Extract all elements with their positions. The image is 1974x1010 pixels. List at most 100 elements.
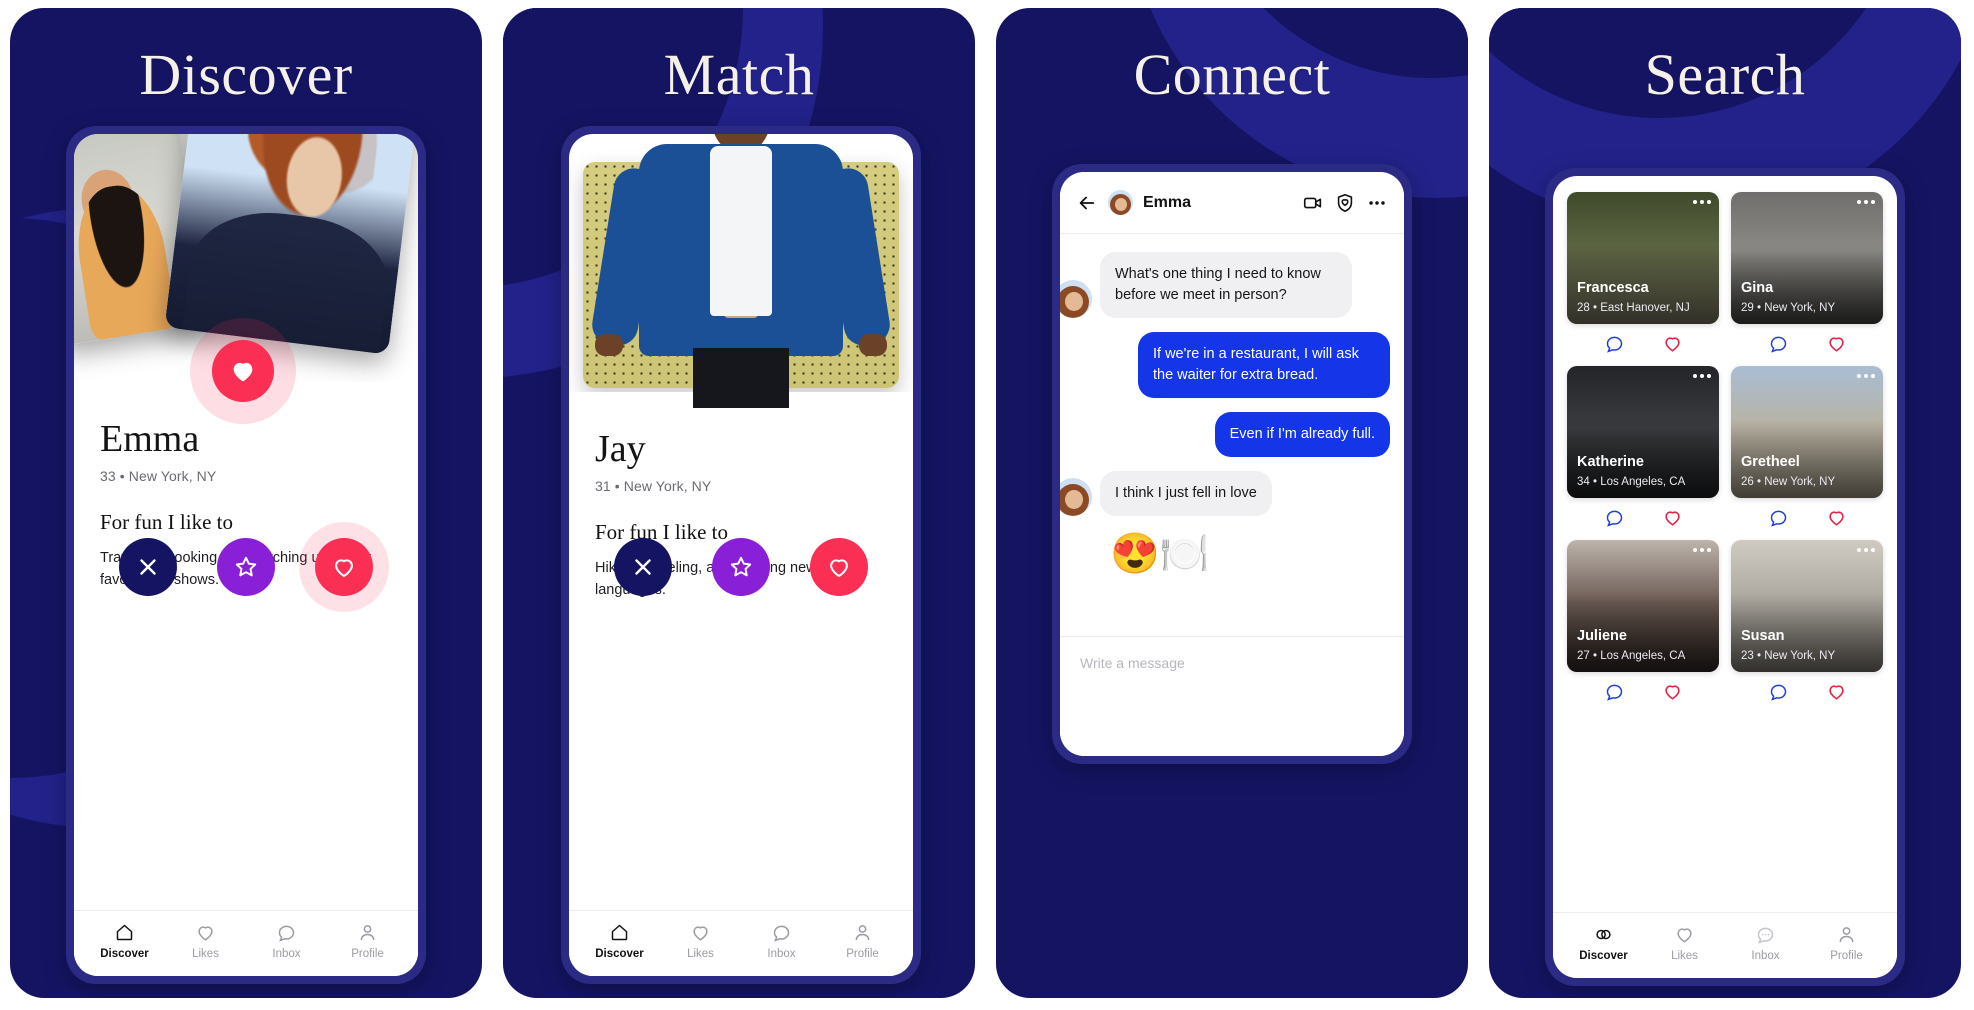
- bottom-tab-bar: Discover Likes Inbox Profile: [74, 910, 418, 976]
- panel-title-search: Search: [1644, 42, 1806, 107]
- tab-inbox[interactable]: Inbox: [741, 922, 822, 960]
- panel-discover: Discover Emma 33 • New York, NY For fun …: [10, 8, 482, 998]
- nope-button[interactable]: [119, 538, 177, 596]
- chat-contact-name: Emma: [1143, 193, 1192, 211]
- message-icon[interactable]: [1604, 333, 1625, 354]
- message-icon[interactable]: [1768, 507, 1789, 528]
- swipe-actions: [569, 538, 913, 596]
- chat-message-outgoing: If we're in a restaurant, I will ask the…: [1060, 332, 1404, 399]
- message-icon[interactable]: [1604, 507, 1625, 528]
- more-options-icon[interactable]: [1693, 548, 1711, 552]
- panel-title-discover: Discover: [139, 42, 353, 107]
- shield-icon[interactable]: [1334, 192, 1356, 214]
- message-bubble: If we're in a restaurant, I will ask the…: [1138, 332, 1390, 399]
- panel-title-match: Match: [663, 42, 815, 107]
- message-input[interactable]: Write a message: [1060, 636, 1404, 756]
- message-bubble: I think I just fell in love: [1100, 471, 1272, 517]
- tab-likes[interactable]: Likes: [660, 922, 741, 960]
- message-bubble: What's one thing I need to know before w…: [1100, 252, 1352, 319]
- like-heart-icon[interactable]: [1826, 681, 1847, 702]
- tab-likes[interactable]: Likes: [165, 922, 246, 960]
- chat-header: Emma: [1060, 172, 1404, 234]
- card-actions: [1731, 672, 1883, 712]
- profile-name: Emma: [100, 418, 200, 460]
- grid-row: Katherine 34 • Los Angeles, CA Gretheel …: [1567, 366, 1883, 538]
- profile-card[interactable]: Susan 23 • New York, NY: [1731, 540, 1883, 672]
- tab-label: Profile: [1830, 949, 1863, 962]
- bottom-tab-bar: Discover Likes Inbox Profile: [1553, 912, 1897, 978]
- tab-label: Discover: [595, 947, 644, 960]
- message-bubble: Even if I'm already full.: [1214, 412, 1390, 458]
- more-options-icon[interactable]: [1857, 374, 1875, 378]
- profile-card[interactable]: Gretheel 26 • New York, NY: [1731, 366, 1883, 498]
- bottom-tab-bar: Discover Likes Inbox Profile: [569, 910, 913, 976]
- profile-card[interactable]: Juliene 27 • Los Angeles, CA: [1567, 540, 1719, 672]
- more-options-icon[interactable]: [1857, 548, 1875, 552]
- more-options-icon[interactable]: [1693, 200, 1711, 204]
- tab-likes[interactable]: Likes: [1644, 924, 1725, 962]
- tab-discover[interactable]: Discover: [579, 922, 660, 960]
- phone-screen: Francesca 28 • East Hanover, NJ Gina 29 …: [1553, 176, 1897, 978]
- profile-photo-primary[interactable]: [164, 134, 418, 355]
- more-options-icon[interactable]: [1857, 200, 1875, 204]
- tab-profile[interactable]: Profile: [822, 922, 903, 960]
- panel-match: Match Jay 31 • New York, NY For fun I li…: [503, 8, 975, 998]
- profile-meta: 33 • New York, NY: [100, 467, 217, 484]
- profile-card-meta: 29 • New York, NY: [1741, 302, 1836, 314]
- chat-message-incoming: I think I just fell in love: [1060, 471, 1404, 517]
- phone-mockup-discover: Emma 33 • New York, NY For fun I like to…: [66, 126, 426, 984]
- profile-card[interactable]: Gina 29 • New York, NY: [1731, 192, 1883, 324]
- tab-label: Discover: [1579, 949, 1628, 962]
- phone-screen: Jay 31 • New York, NY For fun I like to …: [569, 134, 913, 976]
- tab-label: Inbox: [1751, 949, 1780, 962]
- message-avatar: [1060, 280, 1092, 319]
- like-heart-icon[interactable]: [1826, 507, 1847, 528]
- phone-mockup-search: Francesca 28 • East Hanover, NJ Gina 29 …: [1545, 168, 1905, 986]
- emoji-reaction: 😍🍽️: [1110, 532, 1210, 577]
- profile-prompt: For fun I like to: [100, 509, 233, 534]
- message-icon[interactable]: [1604, 681, 1625, 702]
- more-options-icon[interactable]: [1366, 192, 1388, 214]
- like-button[interactable]: [810, 538, 868, 596]
- nope-button[interactable]: [614, 538, 672, 596]
- profile-card-meta: 27 • Los Angeles, CA: [1577, 650, 1686, 662]
- like-heart-icon[interactable]: [1662, 681, 1683, 702]
- super-like-button[interactable]: [712, 538, 770, 596]
- grid-cell: Francesca 28 • East Hanover, NJ: [1567, 192, 1719, 364]
- profile-card[interactable]: Katherine 34 • Los Angeles, CA: [1567, 366, 1719, 498]
- tab-label: Likes: [192, 947, 219, 960]
- message-icon[interactable]: [1768, 681, 1789, 702]
- profile-photo-subject: [589, 134, 893, 408]
- profile-card[interactable]: Francesca 28 • East Hanover, NJ: [1567, 192, 1719, 324]
- like-stamp-icon: [212, 340, 274, 402]
- like-heart-icon[interactable]: [1826, 333, 1847, 354]
- like-heart-icon[interactable]: [1662, 333, 1683, 354]
- tab-discover[interactable]: Discover: [1563, 924, 1644, 962]
- back-arrow-icon[interactable]: [1076, 192, 1098, 214]
- phone-screen: Emma What's one thing I need to know bef…: [1060, 172, 1404, 756]
- like-button[interactable]: [315, 538, 373, 596]
- contact-avatar[interactable]: [1108, 190, 1133, 215]
- tab-profile[interactable]: Profile: [327, 922, 408, 960]
- profile-name: Jay: [595, 428, 646, 470]
- message-avatar: [1060, 478, 1092, 517]
- card-actions: [1731, 324, 1883, 364]
- tab-inbox[interactable]: Inbox: [1725, 924, 1806, 962]
- like-heart-icon[interactable]: [1662, 507, 1683, 528]
- chat-message-list[interactable]: What's one thing I need to know before w…: [1060, 234, 1404, 658]
- profile-details: Emma 33 • New York, NY For fun I like to…: [74, 382, 418, 976]
- card-actions: [1567, 498, 1719, 538]
- tab-discover[interactable]: Discover: [84, 922, 165, 960]
- profile-card-name: Francesca: [1577, 280, 1649, 296]
- card-actions: [1567, 672, 1719, 712]
- panel-search: Search Francesca 28 • East Hanover, NJ G…: [1489, 8, 1961, 998]
- grid-cell: Gretheel 26 • New York, NY: [1731, 366, 1883, 538]
- message-icon[interactable]: [1768, 333, 1789, 354]
- tab-inbox[interactable]: Inbox: [246, 922, 327, 960]
- super-like-button[interactable]: [217, 538, 275, 596]
- tab-label: Profile: [846, 947, 879, 960]
- video-call-icon[interactable]: [1302, 192, 1324, 214]
- more-options-icon[interactable]: [1693, 374, 1711, 378]
- tab-profile[interactable]: Profile: [1806, 924, 1887, 962]
- profile-card-name: Susan: [1741, 628, 1785, 644]
